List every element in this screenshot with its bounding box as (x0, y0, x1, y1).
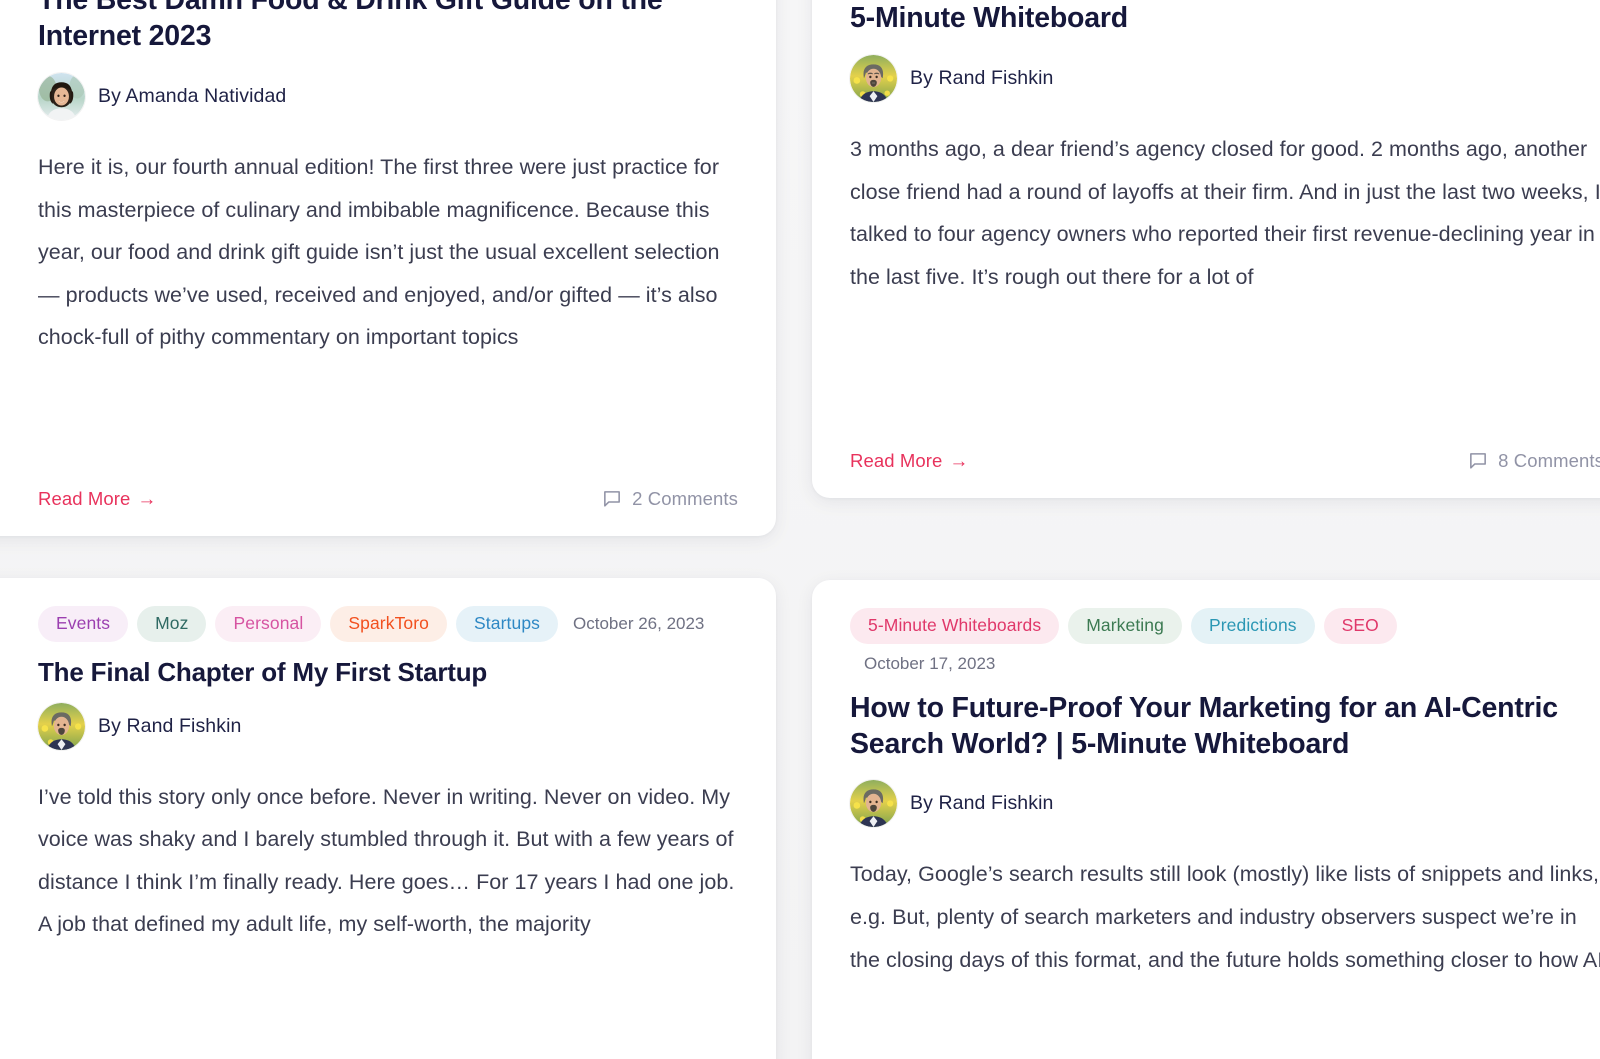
read-more-label: Read More (38, 488, 131, 509)
tag-pill[interactable]: SEO (1323, 608, 1397, 644)
avatar-rand-fishkin (850, 780, 897, 828)
tag-list: 5-Minute Whiteboards Marketing Predictions… (850, 608, 1600, 644)
post-byline: By Rand Fishkin (850, 780, 1600, 828)
tag-list: Events Moz Personal SparkToro Startups Octobe… (38, 606, 738, 642)
post-card-food-drink-gift-guide[interactable]: The Best Damn Food & Drink Gift Guide on… (0, 0, 776, 536)
comment-count[interactable]: 8 Comments (1467, 450, 1600, 472)
post-byline: By Amanda Natividad (38, 72, 738, 120)
post-byline: By Rand Fishkin (38, 702, 738, 750)
arrow-right-icon: → (137, 488, 157, 510)
tag-pill[interactable]: Events (38, 606, 129, 642)
comment-count-label: 2 Comments (632, 488, 738, 509)
post-excerpt: Here it is, our fourth annual edition! T… (38, 154, 720, 350)
tag-pill[interactable]: 5-Minute Whiteboards (850, 608, 1060, 644)
post-card-digital-marketing-agencies-tough[interactable]: Why Digital Marketing Agencies Have it T… (812, 0, 1600, 498)
post-excerpt: 3 months ago, a dear friend’s agency clo… (850, 136, 1600, 289)
post-card-body: Why Digital Marketing Agencies Have it T… (812, 0, 1600, 498)
post-card-body: Events Moz Personal SparkToro Startups Octobe… (0, 578, 776, 1059)
comment-count-label: 8 Comments (1498, 450, 1600, 471)
post-author[interactable]: By Amanda Natividad (98, 85, 286, 108)
post-excerpt: Today, Google’s search results still loo… (850, 862, 1600, 972)
post-card-body: The Best Damn Food & Drink Gift Guide on… (0, 0, 776, 536)
post-card-footer: Read More → 2 Comments (38, 488, 738, 510)
post-card-footer: Read More → 8 Comments (850, 450, 1600, 472)
post-card-final-chapter-first-startup[interactable]: Events Moz Personal SparkToro Startups Octobe… (0, 578, 776, 1059)
comment-bubble-icon (1470, 453, 1487, 469)
avatar-rand-fishkin (850, 54, 897, 102)
post-card-future-proof-ai-centric-search[interactable]: 5-Minute Whiteboards Marketing Predictions… (812, 580, 1600, 1059)
tag-pill[interactable]: Predictions (1190, 608, 1315, 644)
post-date: October 17, 2023 (864, 653, 996, 673)
post-byline: By Rand Fishkin (850, 54, 1600, 102)
blog-post-grid: The Best Damn Food & Drink Gift Guide on… (0, 0, 1600, 1059)
read-more-link[interactable]: Read More → (850, 450, 969, 472)
comment-bubble-icon (604, 491, 621, 507)
post-title[interactable]: The Best Damn Food & Drink Gift Guide on… (38, 0, 738, 55)
post-card-body: 5-Minute Whiteboards Marketing Predictions… (812, 580, 1600, 1059)
tag-pill[interactable]: Marketing (1068, 608, 1182, 644)
post-title[interactable]: How to Future-Proof Your Marketing for a… (850, 690, 1600, 763)
post-title[interactable]: Why Digital Marketing Agencies Have it T… (850, 0, 1600, 37)
arrow-right-icon: → (949, 450, 969, 472)
read-more-label: Read More (850, 450, 943, 471)
avatar-amanda-natividad (38, 72, 85, 120)
post-excerpt: I’ve told this story only once before. N… (38, 784, 735, 937)
tag-pill[interactable]: Startups (456, 606, 559, 642)
tag-pill[interactable]: Personal (215, 606, 322, 642)
post-author[interactable]: By Rand Fishkin (910, 67, 1053, 90)
tag-pill[interactable]: SparkToro (330, 606, 448, 642)
avatar-rand-fishkin (38, 702, 85, 750)
read-more-link[interactable]: Read More → (38, 488, 157, 510)
post-author[interactable]: By Rand Fishkin (910, 792, 1053, 815)
post-author[interactable]: By Rand Fishkin (98, 715, 241, 738)
tag-pill[interactable]: Moz (137, 606, 207, 642)
post-title[interactable]: The Final Chapter of My First Startup (38, 656, 738, 689)
comment-count[interactable]: 2 Comments (601, 488, 738, 510)
post-date: October 26, 2023 (573, 613, 705, 633)
